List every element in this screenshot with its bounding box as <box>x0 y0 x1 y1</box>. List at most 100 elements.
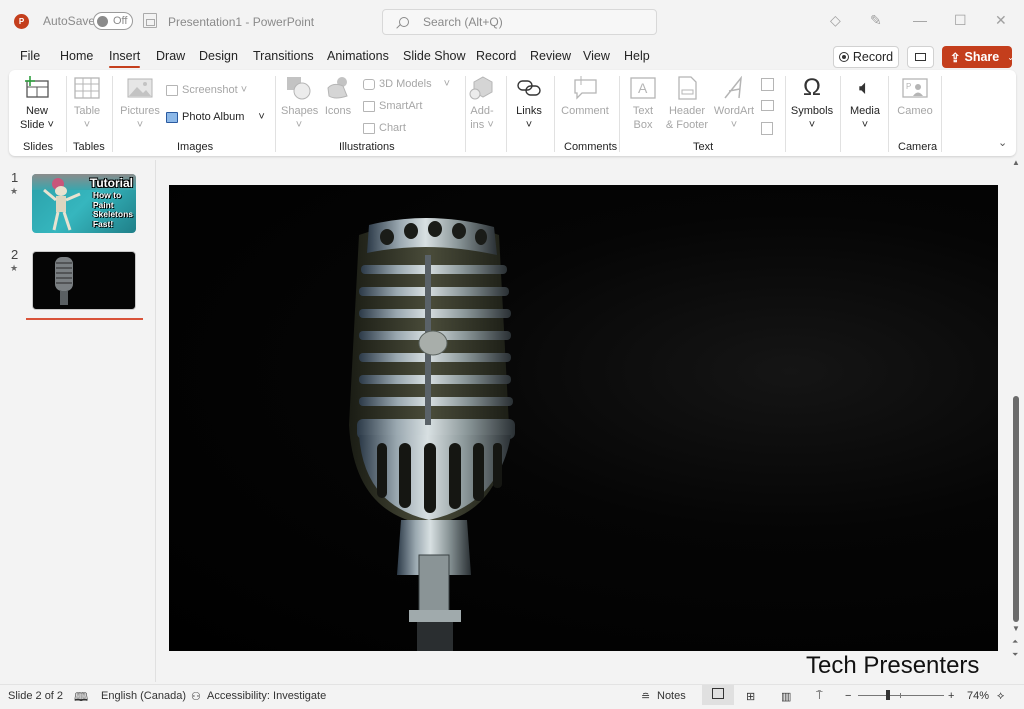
zoom-level[interactable]: 74% <box>967 690 989 702</box>
chevron-down-icon: ˅ <box>808 119 816 131</box>
scroll-up-icon[interactable]: ▲ <box>1012 158 1020 167</box>
next-slide-icon[interactable]: ⏷ <box>1012 650 1018 660</box>
date-time-icon[interactable] <box>761 78 774 91</box>
tab-review[interactable]: Review <box>530 49 571 63</box>
tab-help[interactable]: Help <box>624 49 650 63</box>
zoom-slider-handle[interactable] <box>886 690 890 700</box>
collapse-ribbon-icon[interactable]: ⌄ <box>998 136 1007 149</box>
thumb-subtitle: How to Paint Skeletons Fast! <box>93 190 133 229</box>
comment-label: Comment <box>561 105 609 117</box>
share-label: Share <box>964 50 1000 64</box>
divider <box>275 76 276 152</box>
zoom-in-icon[interactable]: + <box>948 690 954 702</box>
wordart-button[interactable]: WordArt ˅ <box>712 76 756 132</box>
autosave-toggle[interactable]: Off <box>93 12 133 30</box>
record-button[interactable]: Record <box>833 46 899 68</box>
powerpoint-logo-icon: P <box>14 14 29 29</box>
table-button[interactable]: Table ˅ <box>71 76 103 132</box>
minimize-icon[interactable]: — <box>913 12 927 28</box>
icons-button[interactable]: Icons <box>322 76 354 118</box>
share-button[interactable]: ⇪ Share ⌄ <box>942 46 1014 68</box>
new-slide-button[interactable]: New Slide ˅ <box>17 76 57 132</box>
chevron-down-icon: ˅ <box>443 78 451 90</box>
tab-draw[interactable]: Draw <box>156 49 185 63</box>
screenshot-button[interactable]: Screenshot ˅ <box>166 84 247 96</box>
shapes-button[interactable]: Shapes ˅ <box>281 76 318 132</box>
cameo-button[interactable]: P Cameo <box>893 76 937 118</box>
language-indicator[interactable]: English (Canada) <box>101 690 186 702</box>
add-ins-button[interactable]: Add- ins ˅ <box>467 76 497 132</box>
chart-button[interactable]: Chart <box>363 122 406 134</box>
zoom-out-icon[interactable]: − <box>845 690 851 702</box>
zoom-slider[interactable] <box>858 695 944 696</box>
tab-transitions[interactable]: Transitions <box>253 49 314 63</box>
maximize-icon[interactable]: ☐ <box>954 12 967 29</box>
object-icon[interactable] <box>761 122 773 135</box>
link-icon <box>517 80 541 96</box>
group-label-slides: Slides <box>23 141 53 153</box>
table-label: Table <box>73 105 101 117</box>
previous-slide-icon[interactable]: ⏶ <box>1012 637 1018 647</box>
fit-to-window-icon[interactable]: ⟡ <box>997 690 1004 703</box>
text-box-button[interactable]: A Text Box <box>626 76 660 132</box>
new-comment-icon <box>574 76 597 100</box>
shapes-icon <box>287 77 311 100</box>
slide-number-icon[interactable] <box>761 100 774 111</box>
links-button[interactable]: Links ˅ <box>511 76 547 132</box>
slideshow-icon[interactable]: ⍑ <box>816 690 823 703</box>
tab-insert[interactable]: Insert <box>109 49 141 68</box>
autosave-state: Off <box>113 15 128 27</box>
tab-animations[interactable]: Animations <box>327 49 389 63</box>
screenshot-icon <box>166 84 178 96</box>
text-box-label-2: Box <box>633 119 653 131</box>
scroll-down-icon[interactable]: ▼ <box>1012 624 1020 633</box>
divider <box>785 76 786 152</box>
vertical-scrollbar[interactable]: ▲ ▼ ⏶ ⏷ <box>1010 156 1024 682</box>
text-box-icon: A <box>630 77 656 99</box>
pen-icon[interactable]: ✎ <box>870 12 882 29</box>
microphone-thumb-image <box>55 257 73 305</box>
zoom-slider-center-tick <box>900 693 901 698</box>
normal-view-button[interactable] <box>702 685 734 705</box>
search-input[interactable]: Search (Alt+Q) <box>382 9 657 35</box>
microphone-photo <box>349 217 515 651</box>
smartart-button[interactable]: SmartArt <box>363 100 422 112</box>
photo-album-icon <box>166 111 178 123</box>
chevron-down-icon[interactable]: ⌄ <box>1007 53 1014 62</box>
cameo-icon: P <box>902 78 928 98</box>
group-label-tables: Tables <box>73 141 105 153</box>
reading-view-icon[interactable]: ▥ <box>781 690 791 703</box>
tab-view[interactable]: View <box>583 49 610 63</box>
scrollbar-thumb[interactable] <box>1013 396 1019 622</box>
header-footer-button[interactable]: Header & Footer <box>663 76 711 132</box>
slide-canvas[interactable] <box>169 185 998 651</box>
add-ins-label-1: Add- <box>470 105 494 117</box>
tab-home[interactable]: Home <box>60 49 93 63</box>
new-slide-icon <box>25 76 49 98</box>
tab-file[interactable]: File <box>20 49 40 63</box>
photo-album-button[interactable]: Photo Album ˅ <box>166 111 265 123</box>
comment-button[interactable]: Comment <box>560 76 610 118</box>
comments-button[interactable] <box>907 46 934 68</box>
notes-icon: ≘ <box>641 691 651 703</box>
notes-button[interactable]: Notes <box>657 690 686 702</box>
3d-models-button[interactable]: 3D Models ˅ <box>363 78 450 90</box>
slide-sorter-icon[interactable]: ⊞ <box>746 690 755 703</box>
pictures-button[interactable]: Pictures ˅ <box>119 76 161 132</box>
close-icon[interactable]: ✕ <box>995 12 1007 29</box>
tab-record[interactable]: Record <box>476 49 516 63</box>
cube-icon <box>363 78 375 90</box>
symbols-button[interactable]: Ω Symbols ˅ <box>789 76 835 132</box>
diamond-icon[interactable]: ◇ <box>830 12 841 29</box>
chevron-down-icon[interactable]: ˅ <box>258 111 264 123</box>
slide-thumbnail-2[interactable] <box>32 251 136 310</box>
media-button[interactable]: 🔈︎ Media ˅ <box>845 76 885 132</box>
tab-slide-show[interactable]: Slide Show <box>403 49 466 63</box>
accessibility-status[interactable]: Accessibility: Investigate <box>207 690 326 702</box>
tab-design[interactable]: Design <box>199 49 238 63</box>
save-icon[interactable] <box>143 13 157 28</box>
slide-thumbnail-1[interactable]: Tutorial How to Paint Skeletons Fast! <box>32 174 136 233</box>
chevron-down-icon: ˅ <box>861 119 869 131</box>
accessibility-icon: ⚇ <box>191 691 201 703</box>
divider <box>888 76 889 152</box>
